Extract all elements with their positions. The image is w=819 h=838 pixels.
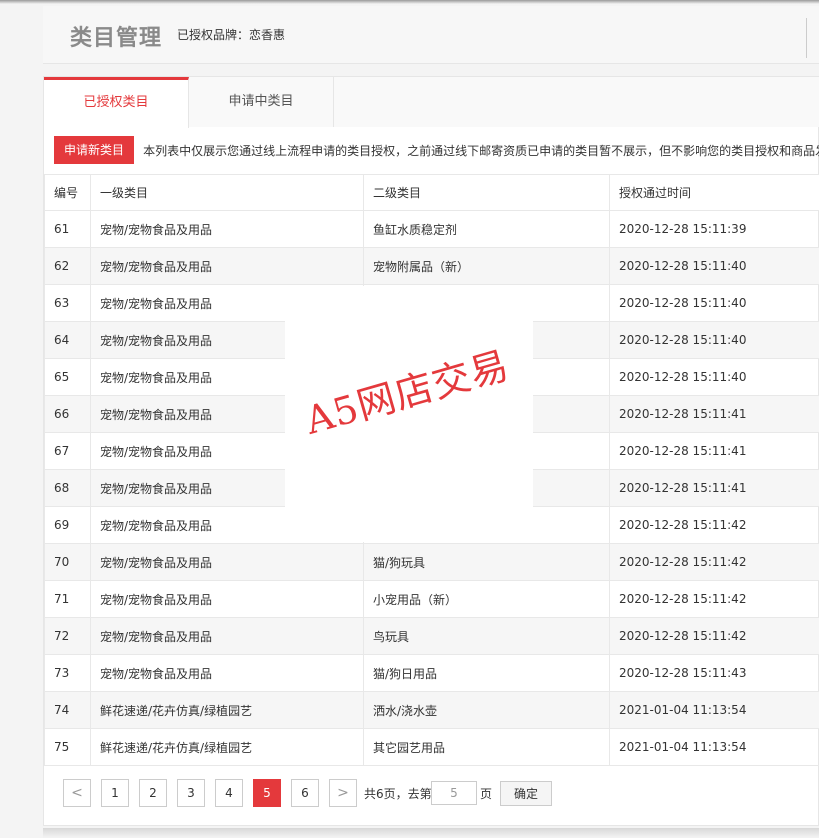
cell-level2: 鱼缸水质稳定剂 (363, 210, 610, 248)
cell-level2: 洒水/浇水壶 (363, 691, 610, 729)
table-row: 75 鲜花速递/花卉仿真/绿植园艺 其它园艺用品 2021-01-04 11:13:5… (44, 728, 819, 766)
cell-id: 67 (44, 432, 91, 470)
cell-id: 70 (44, 543, 91, 581)
cell-level2: 其它园艺用品 (363, 728, 610, 766)
cell-time: 2020-12-28 15:11:40 (609, 321, 819, 359)
cell-time: 2020-12-28 15:11:42 (609, 580, 819, 618)
cell-time: 2021-01-04 11:13:54 (609, 728, 819, 766)
authorized-brand: 已授权品牌：恋香惠 (177, 28, 286, 42)
header-level1: 一级类目 (90, 174, 364, 211)
confirm-goto-button[interactable]: 确定 (500, 781, 552, 806)
chevron-right-icon[interactable]: > (329, 779, 357, 807)
page-1-button[interactable]: 1 (101, 779, 129, 807)
cell-time: 2020-12-28 15:11:40 (609, 247, 819, 285)
cell-level2: 小宠用品（新） (363, 580, 610, 618)
cell-level1: 鲜花速递/花卉仿真/绿植园艺 (90, 728, 364, 766)
page-title: 类目管理 (70, 26, 163, 51)
tab-authorized-categories[interactable]: 已授权类目 (44, 77, 189, 128)
goto-page-input[interactable] (431, 781, 477, 805)
page-6-button[interactable]: 6 (291, 779, 319, 807)
cell-id: 61 (44, 210, 91, 248)
cell-level2: 猫/狗玩具 (363, 543, 610, 581)
header-id: 编号 (44, 174, 91, 211)
bottom-shadow (43, 828, 819, 838)
cell-id: 74 (44, 691, 91, 729)
cell-level2: 猫/狗日用品 (363, 654, 610, 692)
cell-id: 75 (44, 728, 91, 766)
cell-id: 71 (44, 580, 91, 618)
table-row: 61 宠物/宠物食品及用品 鱼缸水质稳定剂 2020-12-28 15:11:39 (44, 210, 819, 248)
top-shadow (0, 0, 819, 4)
table-row: 72 宠物/宠物食品及用品 鸟玩具 2020-12-28 15:11:42 (44, 617, 819, 655)
cell-level1: 鲜花速递/花卉仿真/绿植园艺 (90, 691, 364, 729)
cell-id: 69 (44, 506, 91, 544)
cell-time: 2020-12-28 15:11:42 (609, 617, 819, 655)
page-unit-text: 页 (480, 787, 493, 801)
tab-bar: 已授权类目 申请中类目 (44, 77, 819, 128)
cell-level1: 宠物/宠物食品及用品 (90, 617, 364, 655)
header-level2: 二级类目 (363, 174, 610, 211)
table-header-row: 编号 一级类目 二级类目 授权通过时间 (44, 174, 819, 211)
pagination: < 1 2 3 4 5 6 > 共6页，去第 页 确定 (63, 779, 763, 807)
cell-id: 65 (44, 358, 91, 396)
cell-time: 2020-12-28 15:11:41 (609, 432, 819, 470)
table-row: 62 宠物/宠物食品及用品 宠物附属品（新） 2020-12-28 15:11:40 (44, 247, 819, 285)
page-header: 类目管理 已授权品牌：恋香惠 (43, 6, 819, 64)
cell-time: 2020-12-28 15:11:39 (609, 210, 819, 248)
table-row: 73 宠物/宠物食品及用品 猫/狗日用品 2020-12-28 15:11:43 (44, 654, 819, 692)
cell-id: 73 (44, 654, 91, 692)
cell-level1: 宠物/宠物食品及用品 (90, 580, 364, 618)
page-4-button[interactable]: 4 (215, 779, 243, 807)
table-row: 74 鲜花速递/花卉仿真/绿植园艺 洒水/浇水壶 2021-01-04 11:13:5… (44, 691, 819, 729)
cell-level1: 宠物/宠物食品及用品 (90, 247, 364, 285)
cell-id: 68 (44, 469, 91, 507)
cell-id: 63 (44, 284, 91, 322)
tab-bar-filler (334, 77, 819, 127)
cell-time: 2020-12-28 15:11:41 (609, 395, 819, 433)
page-2-button[interactable]: 2 (139, 779, 167, 807)
cell-time: 2021-01-04 11:13:54 (609, 691, 819, 729)
notice-text: 本列表中仅展示您通过线上流程申请的类目授权，之前通过线下邮寄资质已申请的类目暂不… (143, 143, 819, 158)
notice-row: 申请新类目 本列表中仅展示您通过线上流程申请的类目授权，之前通过线下邮寄资质已申… (54, 136, 819, 164)
cell-level2: 宠物附属品（新） (363, 247, 610, 285)
page-5-button[interactable]: 5 (253, 779, 281, 807)
header-time: 授权通过时间 (609, 174, 819, 211)
cell-time: 2020-12-28 15:11:40 (609, 284, 819, 322)
cell-id: 72 (44, 617, 91, 655)
cell-time: 2020-12-28 15:11:41 (609, 469, 819, 507)
total-pages-text: 共6页，去第 (364, 787, 432, 801)
cell-id: 64 (44, 321, 91, 359)
cell-id: 66 (44, 395, 91, 433)
table-row: 70 宠物/宠物食品及用品 猫/狗玩具 2020-12-28 15:11:42 (44, 543, 819, 581)
cell-time: 2020-12-28 15:11:42 (609, 506, 819, 544)
cell-level1: 宠物/宠物食品及用品 (90, 543, 364, 581)
cell-time: 2020-12-28 15:11:40 (609, 358, 819, 396)
cell-time: 2020-12-28 15:11:43 (609, 654, 819, 692)
cell-level2: 鸟玩具 (363, 617, 610, 655)
header-divider (806, 18, 807, 58)
cell-level1: 宠物/宠物食品及用品 (90, 210, 364, 248)
tab-pending-categories[interactable]: 申请中类目 (189, 77, 334, 127)
table-row: 71 宠物/宠物食品及用品 小宠用品（新） 2020-12-28 15:11:42 (44, 580, 819, 618)
page-3-button[interactable]: 3 (177, 779, 205, 807)
cell-time: 2020-12-28 15:11:42 (609, 543, 819, 581)
chevron-left-icon[interactable]: < (63, 779, 91, 807)
cell-level1: 宠物/宠物食品及用品 (90, 654, 364, 692)
cell-id: 62 (44, 247, 91, 285)
apply-new-category-button[interactable]: 申请新类目 (54, 136, 135, 164)
